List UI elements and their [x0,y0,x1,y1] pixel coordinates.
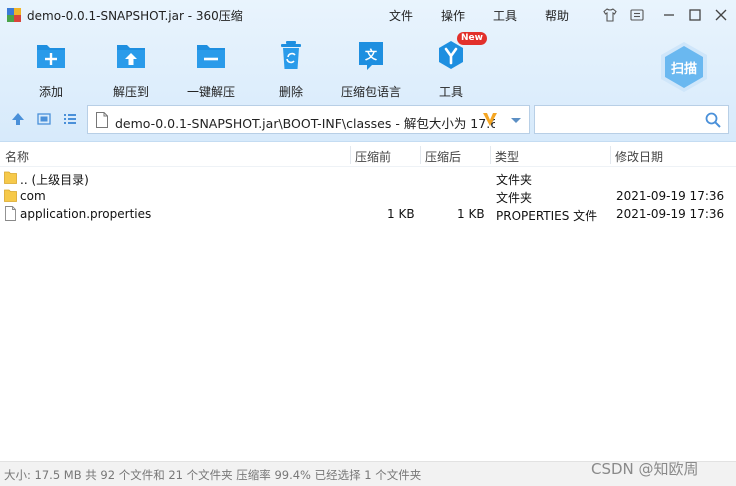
file-date: 2021-09-19 17:36 [616,189,725,203]
document-icon [96,112,108,128]
extract-folder-icon [117,45,145,68]
verified-v-icon [483,113,497,126]
file-name: com [20,189,46,203]
column-divider[interactable] [350,146,351,164]
archive-language-button[interactable]: 文 压缩包语言 [335,38,407,99]
close-button[interactable] [711,5,731,25]
column-after[interactable]: 压缩后 [425,148,461,165]
list-item-parent[interactable]: .. (上级目录) 文件夹 [0,169,736,187]
scan-label: 扫描 [670,62,697,77]
list-view-icon[interactable] [62,111,78,127]
column-type[interactable]: 类型 [495,148,519,165]
shirt-icon [603,8,617,22]
column-divider[interactable] [420,146,421,164]
window-title: demo-0.0.1-SNAPSHOT.jar - 360压缩 [27,9,243,23]
maximize-icon [689,9,701,21]
add-icon [37,45,65,68]
address-path[interactable]: demo-0.0.1-SNAPSHOT.jar\BOOT-INF\classes… [115,113,495,132]
column-divider[interactable] [490,146,491,164]
scan-button[interactable]: 扫描 [657,40,711,94]
menu-tools[interactable]: 工具 [493,7,517,24]
recycle-bin-icon [281,41,301,69]
file-type: 文件夹 [496,191,533,205]
file-icon [5,206,16,221]
menu-file[interactable]: 文件 [389,7,413,24]
column-name[interactable]: 名称 [5,148,29,165]
menu-help[interactable]: 帮助 [545,7,569,24]
hamburger-icon [630,9,644,21]
menu-button[interactable] [627,5,647,25]
text-file-icon: 文 [359,42,383,70]
chevron-down-icon[interactable] [506,110,526,130]
tools-button[interactable]: New 工具 [415,32,487,99]
column-modified[interactable]: 修改日期 [615,148,663,165]
close-icon [715,9,727,21]
skin-button[interactable] [600,5,620,25]
file-list-header: 名称 压缩前 压缩后 类型 修改日期 [0,143,736,167]
minimize-button[interactable] [659,5,679,25]
search-field[interactable] [534,105,729,134]
list-item-application-properties[interactable]: application.properties 1 KB 1 KB PROPERT… [0,205,736,223]
tools-label: 工具 [438,85,463,99]
extract-to-button[interactable]: 解压到 [95,38,167,99]
file-date: 2021-09-19 17:36 [616,207,725,221]
file-name: .. (上级目录) [20,173,89,187]
file-type: 文件夹 [496,173,533,187]
svg-text:文: 文 [365,47,378,62]
list-item-com[interactable]: com 文件夹 2021-09-19 17:36 [0,187,736,205]
one-click-extract-icon [197,45,225,68]
minimize-icon [664,14,674,16]
archive-language-label: 压缩包语言 [340,85,401,99]
file-type: PROPERTIES 文件 [496,209,598,223]
one-click-extract-button[interactable]: 一键解压 [175,38,247,99]
new-badge: New [457,32,487,45]
file-size-before: 1 KB [387,207,415,221]
file-size-after: 1 KB [457,207,485,221]
one-click-extract-label: 一键解压 [186,85,235,99]
menu-operation[interactable]: 操作 [441,7,465,24]
watermark: CSDN @知欧周 [591,460,699,478]
folder-icon [4,171,17,184]
add-button[interactable]: 添加 [15,38,87,99]
delete-button[interactable]: 删除 [255,38,327,99]
maximize-button[interactable] [685,5,705,25]
add-label: 添加 [38,85,63,99]
file-name: application.properties [20,207,152,221]
app-logo-icon [7,8,21,22]
search-icon[interactable] [704,111,722,129]
up-arrow-icon[interactable] [10,111,26,127]
column-before[interactable]: 压缩前 [355,148,391,165]
delete-label: 删除 [278,85,303,99]
column-divider[interactable] [610,146,611,164]
status-text: 大小: 17.5 MB 共 92 个文件和 21 个文件夹 压缩率 99.4% … [4,468,422,482]
folder-icon [4,189,17,202]
extract-to-label: 解压到 [112,85,149,99]
title-bar: demo-0.0.1-SNAPSHOT.jar - 360压缩 文件 操作 工具… [0,0,736,30]
address-bar[interactable]: demo-0.0.1-SNAPSHOT.jar\BOOT-INF\classes… [87,105,530,134]
thumbnail-view-icon[interactable] [36,111,52,127]
